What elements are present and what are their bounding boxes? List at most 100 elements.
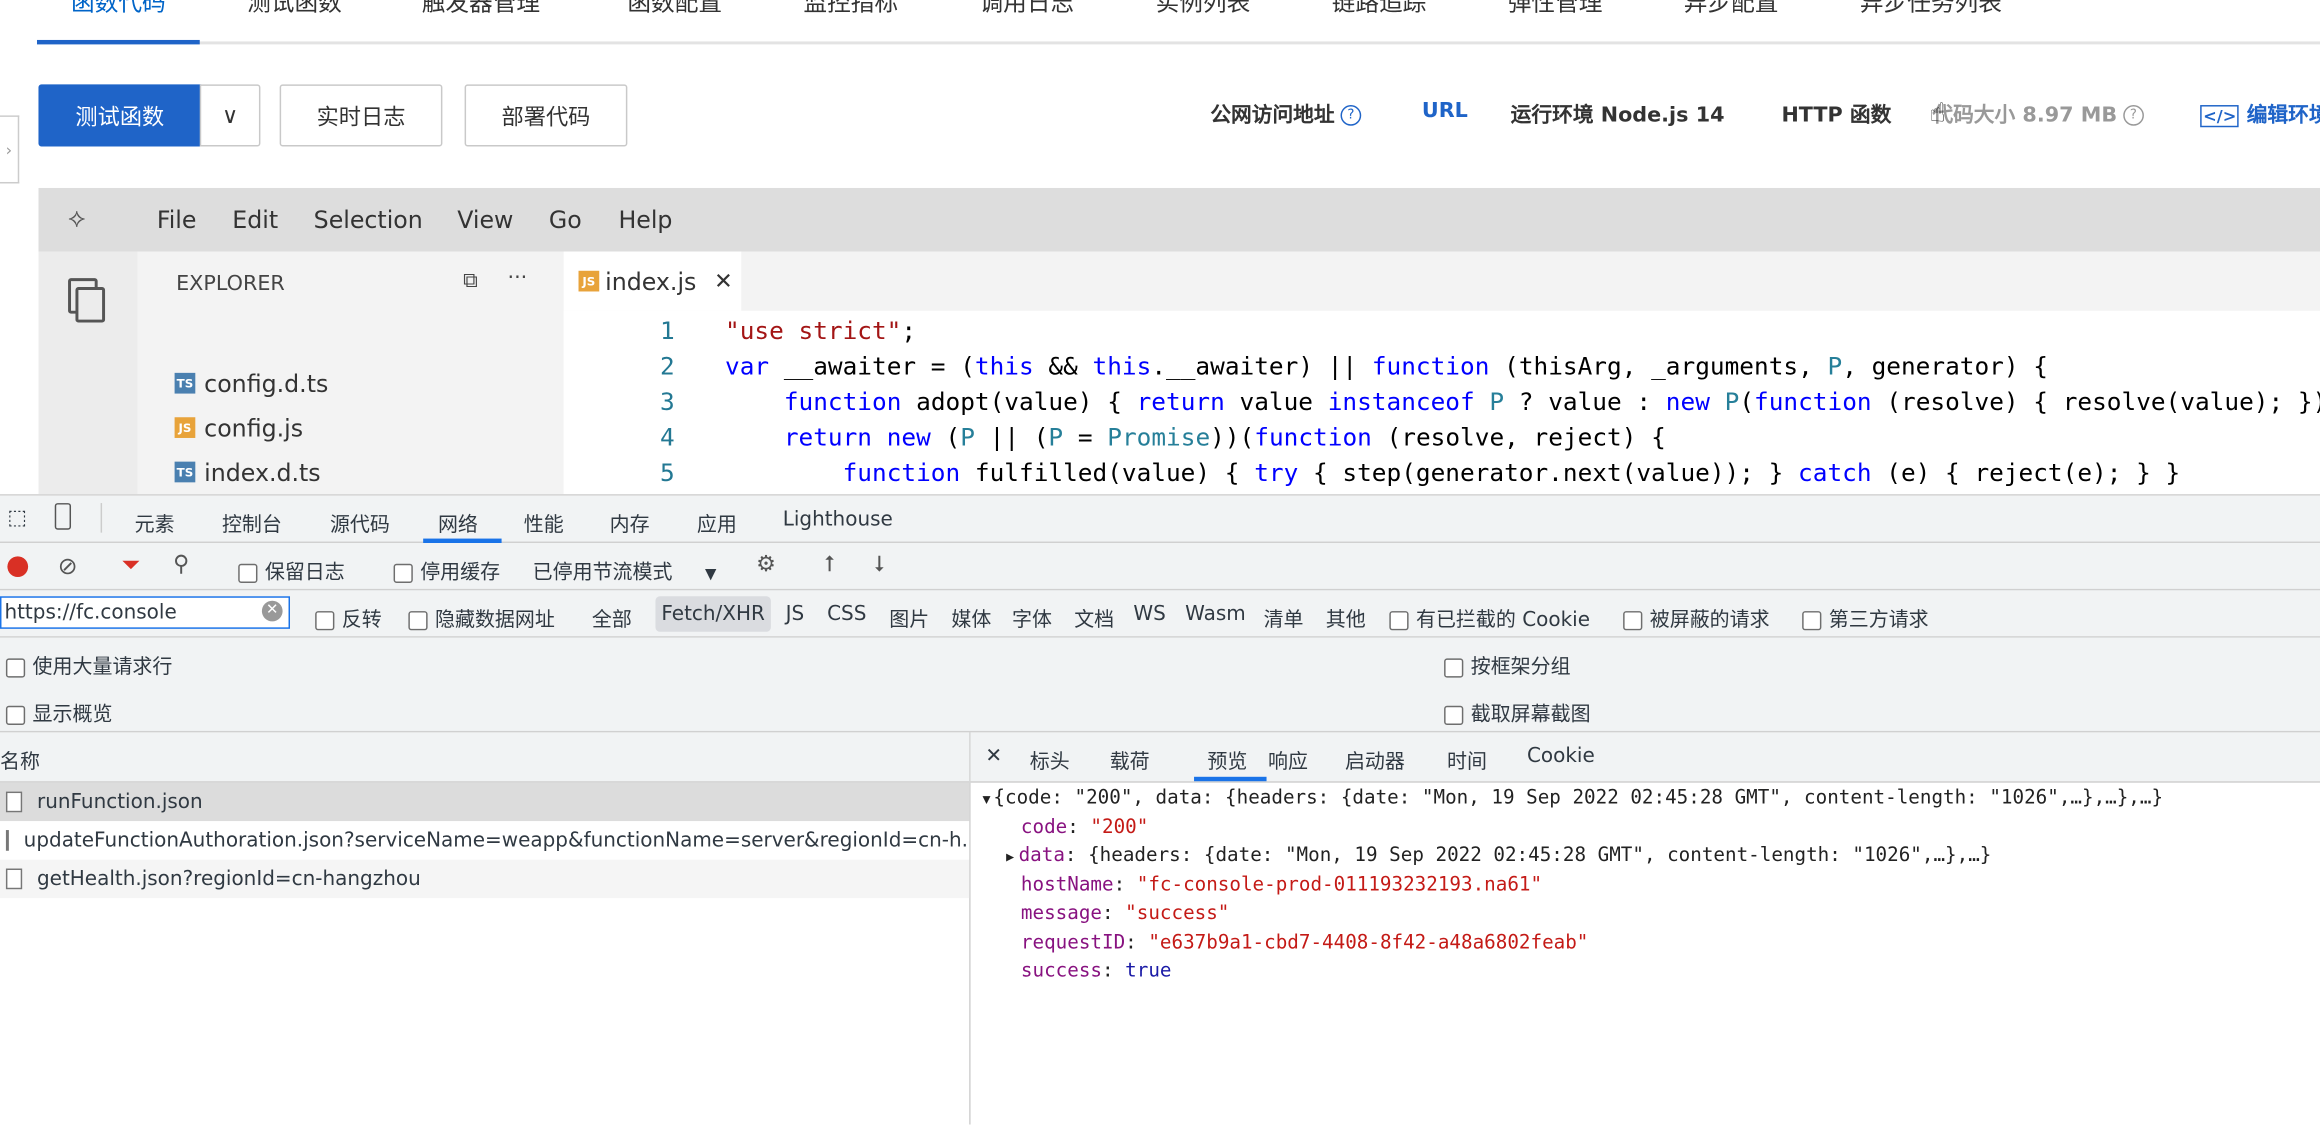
tab-2[interactable]: 触发器管理 xyxy=(422,0,540,18)
devtools-tab-3[interactable]: 网络 xyxy=(438,508,478,537)
checkbox[interactable] xyxy=(315,610,335,630)
checkbox[interactable] xyxy=(5,657,26,677)
file-item[interactable]: TS index.d.ts xyxy=(138,453,564,491)
devtools-tab-5[interactable]: 内存 xyxy=(610,508,650,537)
third-party-checkbox[interactable]: 第三方请求 xyxy=(1802,602,1929,632)
menu-help[interactable]: Help xyxy=(618,206,672,234)
file-item[interactable]: TS config.d.ts xyxy=(138,364,564,402)
checkbox[interactable] xyxy=(1389,610,1409,630)
help-icon[interactable]: ? xyxy=(2123,105,2144,126)
request-row[interactable]: getHealth.json?regionId=cn-hangzhou xyxy=(0,859,970,899)
edit-environment-link[interactable]: </> 编辑环境 xyxy=(2200,99,2320,129)
checkbox[interactable] xyxy=(393,562,413,583)
tab-6[interactable]: 实例列表 xyxy=(1156,0,1251,18)
device-toolbar-icon[interactable] xyxy=(54,503,72,530)
collapse-all-icon[interactable]: ⧉ xyxy=(463,269,478,293)
tab-9[interactable]: 异步配置 xyxy=(1684,0,1779,18)
hide-data-urls-checkbox[interactable]: 隐藏数据网址 xyxy=(408,602,555,632)
tab-10[interactable]: 异步任务列表 xyxy=(1860,0,2002,18)
invert-checkbox[interactable]: 反转 xyxy=(315,602,382,632)
export-har-icon[interactable]: ⭣ xyxy=(874,550,884,577)
expand-triangle-icon[interactable]: ▼ xyxy=(982,793,990,808)
detail-tab-3[interactable]: 响应 xyxy=(1268,744,1308,774)
url-link[interactable]: URL xyxy=(1422,99,1468,123)
more-actions-icon[interactable]: ··· xyxy=(508,266,528,290)
checkbox[interactable] xyxy=(408,610,428,630)
request-row[interactable]: runFunction.json xyxy=(0,782,970,822)
clear-icon[interactable]: ⊘ xyxy=(58,552,78,580)
import-har-icon[interactable]: ⭡ xyxy=(824,550,834,577)
preserve-log-checkbox[interactable]: 保留日志 xyxy=(238,555,345,584)
tab-8[interactable]: 弹性管理 xyxy=(1508,0,1603,18)
menu-edit[interactable]: Edit xyxy=(232,206,278,234)
tab-4[interactable]: 监控指标 xyxy=(803,0,898,18)
detail-tab-1[interactable]: 载荷 xyxy=(1110,744,1150,774)
filter-type-2[interactable]: JS xyxy=(780,596,810,632)
blocked-cookies-checkbox[interactable]: 有已拦截的 Cookie xyxy=(1389,602,1590,632)
checkbox[interactable] xyxy=(1623,610,1643,630)
checkbox[interactable] xyxy=(1444,705,1464,725)
detail-tab-6[interactable]: Cookie xyxy=(1527,744,1595,768)
close-icon[interactable]: ✕ xyxy=(714,268,733,295)
name-column-header[interactable]: 名称 xyxy=(0,732,970,783)
menu-selection[interactable]: Selection xyxy=(314,206,423,234)
large-rows-checkbox[interactable]: 使用大量请求行 xyxy=(5,650,172,679)
detail-tab-5[interactable]: 时间 xyxy=(1447,744,1487,774)
checkbox[interactable] xyxy=(238,562,258,583)
filter-type-3[interactable]: CSS xyxy=(821,596,872,632)
group-by-frame-checkbox[interactable]: 按框架分组 xyxy=(1444,650,1571,679)
editor-tab-index-js[interactable]: JS index.js ✕ xyxy=(563,251,742,311)
blocked-requests-checkbox[interactable]: 被屏蔽的请求 xyxy=(1623,602,1770,632)
filter-type-6[interactable]: 字体 xyxy=(1006,596,1058,637)
filter-icon[interactable]: ⏷ xyxy=(121,550,140,580)
throttling-select[interactable]: 已停用节流模式 ▼ xyxy=(533,555,717,585)
checkbox[interactable] xyxy=(1444,657,1464,677)
tab-3[interactable]: 函数配置 xyxy=(627,0,722,18)
devtools-tab-0[interactable]: 元素 xyxy=(135,508,175,537)
tab-0[interactable]: 函数代码 xyxy=(71,0,166,18)
filter-type-10[interactable]: 清单 xyxy=(1258,596,1310,637)
detail-tab-2[interactable]: 预览 xyxy=(1207,744,1247,774)
filter-type-11[interactable]: 其他 xyxy=(1320,596,1372,637)
realtime-logs-button[interactable]: 实时日志 xyxy=(279,84,443,147)
deploy-code-button[interactable]: 部署代码 xyxy=(464,84,628,147)
filter-type-8[interactable]: WS xyxy=(1127,596,1171,632)
tab-7[interactable]: 链路追踪 xyxy=(1332,0,1427,18)
file-item[interactable]: JS config.js xyxy=(138,408,564,446)
inspect-element-icon[interactable]: ⬚ xyxy=(7,506,27,530)
help-icon[interactable]: ? xyxy=(1340,105,1362,126)
clear-filter-icon[interactable]: ✕ xyxy=(261,600,283,622)
filter-type-9[interactable]: Wasm xyxy=(1179,596,1251,632)
capture-screenshots-checkbox[interactable]: 截取屏幕截图 xyxy=(1444,697,1591,726)
record-icon[interactable] xyxy=(7,556,29,578)
filter-type-0[interactable]: 全部 xyxy=(586,596,638,637)
close-detail-icon[interactable]: ✕ xyxy=(985,744,1002,768)
detail-tab-0[interactable]: 标头 xyxy=(1030,744,1070,774)
menu-file[interactable]: File xyxy=(157,206,197,234)
checkbox[interactable] xyxy=(5,705,26,725)
devtools-tab-1[interactable]: 控制台 xyxy=(222,508,282,537)
disable-cache-checkbox[interactable]: 停用缓存 xyxy=(393,555,500,584)
filter-type-4[interactable]: 图片 xyxy=(883,596,935,637)
checkbox[interactable] xyxy=(1802,610,1822,630)
devtools-tab-6[interactable]: 应用 xyxy=(697,508,737,537)
detail-tab-4[interactable]: 启动器 xyxy=(1345,744,1405,774)
devtools-tab-7[interactable]: Lighthouse xyxy=(783,508,893,532)
sidebar-expand-handle[interactable]: › xyxy=(0,115,20,184)
test-dropdown-button[interactable]: ∨ xyxy=(199,84,261,147)
filter-type-5[interactable]: 媒体 xyxy=(945,596,997,637)
menu-go[interactable]: Go xyxy=(549,206,582,234)
tab-5[interactable]: 调用日志 xyxy=(979,0,1074,18)
filter-type-7[interactable]: 文档 xyxy=(1068,596,1120,637)
filter-type-1[interactable]: Fetch/XHR xyxy=(655,596,771,632)
devtools-tab-4[interactable]: 性能 xyxy=(524,508,564,537)
preview-field[interactable]: ▶ data: {headers: {date: "Mon, 19 Sep 202… xyxy=(1006,845,1991,867)
preview-summary[interactable]: ▼ {code: "200", data: {headers: {date: "M… xyxy=(982,787,2163,809)
search-icon[interactable]: ⚲ xyxy=(173,550,189,577)
test-function-button[interactable]: 测试函数 xyxy=(38,84,202,147)
network-conditions-icon[interactable]: ⚙ xyxy=(756,550,776,577)
devtools-tab-2[interactable]: 源代码 xyxy=(330,508,390,537)
filter-input[interactable]: https://fc.console ✕ xyxy=(0,596,291,629)
show-overview-checkbox[interactable]: 显示概览 xyxy=(5,697,113,726)
tab-1[interactable]: 测试函数 xyxy=(247,0,342,18)
